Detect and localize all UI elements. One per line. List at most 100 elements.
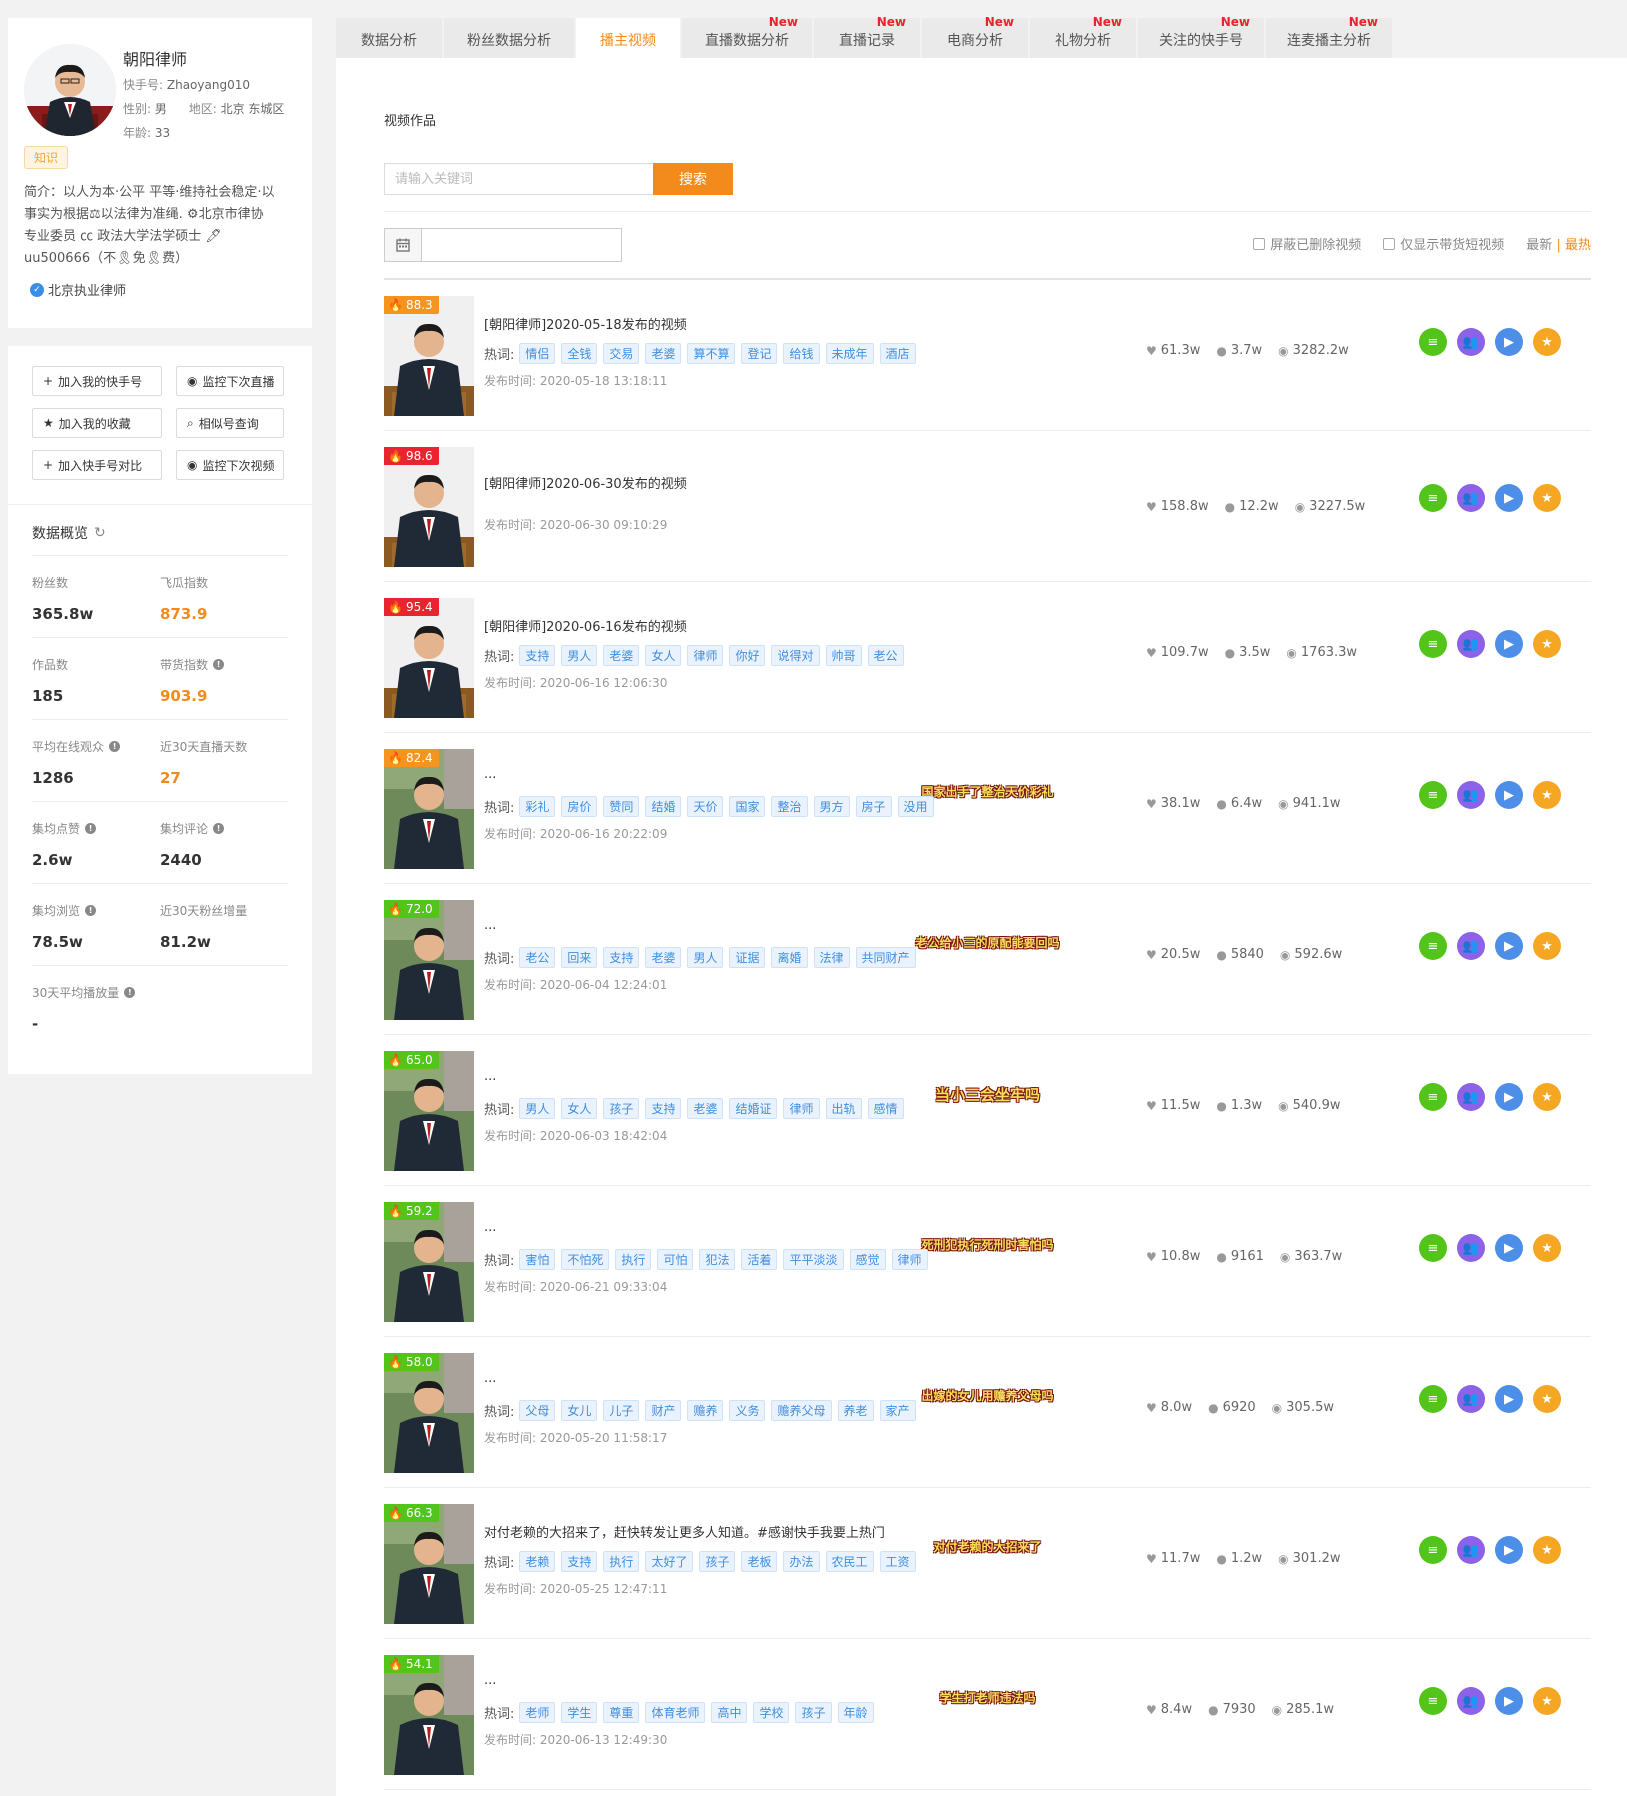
hot-word-tag[interactable]: 算不算 — [687, 343, 736, 364]
hot-word-tag[interactable]: 父母 — [519, 1400, 556, 1421]
audience-icon[interactable]: 👥 — [1457, 932, 1485, 960]
video-title[interactable]: ... — [484, 918, 496, 933]
video-title[interactable]: [朝阳律师]2020-06-16发布的视频 — [484, 616, 687, 635]
hot-word-tag[interactable]: 情侣 — [519, 343, 556, 364]
hot-word-tag[interactable]: 老婆 — [645, 343, 682, 364]
hot-word-tag[interactable]: 支持 — [603, 947, 640, 968]
hot-word-tag[interactable]: 帅哥 — [825, 645, 862, 666]
hot-word-tag[interactable]: 活着 — [741, 1249, 778, 1270]
favorite-star-icon[interactable]: ★ — [1533, 781, 1561, 809]
favorite-star-icon[interactable]: ★ — [1533, 630, 1561, 658]
video-thumbnail[interactable] — [384, 447, 474, 567]
video-title[interactable]: 对付老赖的大招来了，赶快转发让更多人知道。#感谢快手我要上热门 — [484, 1522, 885, 1541]
hot-word-tag[interactable]: 老公 — [519, 947, 556, 968]
hot-word-tag[interactable]: 孩子 — [603, 1098, 640, 1119]
keyword-search-input[interactable] — [384, 163, 653, 195]
hot-word-tag[interactable]: 养老 — [837, 1400, 874, 1421]
video-title[interactable]: [朝阳律师]2020-05-18发布的视频 — [484, 314, 687, 333]
info-icon[interactable]: ! — [213, 823, 225, 834]
search-button[interactable]: 搜索 — [653, 163, 733, 195]
hot-word-tag[interactable]: 尊重 — [603, 1702, 640, 1723]
audience-icon[interactable]: 👥 — [1457, 1687, 1485, 1715]
hot-word-tag[interactable]: 天价 — [687, 796, 724, 817]
hot-word-tag[interactable]: 交易 — [603, 343, 640, 364]
hot-word-tag[interactable]: 法律 — [813, 947, 850, 968]
hot-word-tag[interactable]: 赞同 — [603, 796, 640, 817]
hot-word-tag[interactable]: 律师 — [891, 1249, 928, 1270]
hot-word-tag[interactable]: 女儿 — [561, 1400, 598, 1421]
audience-icon[interactable]: 👥 — [1457, 328, 1485, 356]
video-thumbnail[interactable] — [384, 296, 474, 416]
checkbox[interactable] — [1383, 237, 1396, 250]
hot-word-tag[interactable]: 赡养 — [687, 1400, 724, 1421]
tab-fans-analysis[interactable]: 粉丝数据分析 — [444, 18, 574, 58]
hot-word-tag[interactable]: 你好 — [729, 645, 766, 666]
audience-icon[interactable]: 👥 — [1457, 781, 1485, 809]
hot-word-tag[interactable]: 国家 — [729, 796, 766, 817]
sort-latest[interactable]: 最新 — [1526, 238, 1552, 253]
date-picker[interactable] — [384, 228, 622, 262]
similar-search-button[interactable]: ⌕ 相似号查询 — [176, 408, 284, 438]
favorite-star-icon[interactable]: ★ — [1533, 1385, 1561, 1413]
favorite-star-icon[interactable]: ★ — [1533, 1083, 1561, 1111]
hot-word-tag[interactable]: 女人 — [645, 645, 682, 666]
hot-word-tag[interactable]: 年龄 — [837, 1702, 874, 1723]
sort-hottest[interactable]: 最热 — [1565, 238, 1591, 253]
hot-word-tag[interactable]: 男人 — [561, 645, 598, 666]
hot-word-tag[interactable]: 孩子 — [699, 1551, 736, 1572]
hot-word-tag[interactable]: 房价 — [561, 796, 598, 817]
tab-live-analysis[interactable]: 直播数据分析 New — [682, 15, 812, 58]
monitor-video-button[interactable]: ◉ 监控下次视频 — [176, 450, 284, 480]
play-icon[interactable]: ▶ — [1495, 1687, 1523, 1715]
detail-list-icon[interactable]: ≡ — [1419, 630, 1447, 658]
video-title[interactable]: [朝阳律师]2020-06-30发布的视频 — [484, 473, 687, 492]
info-icon[interactable]: ! — [213, 659, 225, 670]
hot-word-tag[interactable]: 男人 — [519, 1098, 556, 1119]
hot-word-tag[interactable]: 老婆 — [645, 947, 682, 968]
filter-hide-deleted[interactable]: 屏蔽已删除视频 — [1253, 234, 1361, 253]
hot-word-tag[interactable]: 学生 — [561, 1702, 598, 1723]
hot-word-tag[interactable]: 儿子 — [603, 1400, 640, 1421]
hot-word-tag[interactable]: 登记 — [741, 343, 778, 364]
favorite-star-icon[interactable]: ★ — [1533, 1687, 1561, 1715]
hot-word-tag[interactable]: 害怕 — [519, 1249, 556, 1270]
hot-word-tag[interactable]: 老婆 — [603, 645, 640, 666]
hot-word-tag[interactable]: 房子 — [855, 796, 892, 817]
add-compare-button[interactable]: + 加入快手号对比 — [32, 450, 162, 480]
checkbox[interactable] — [1253, 237, 1266, 250]
hot-word-tag[interactable]: 结婚证 — [729, 1098, 778, 1119]
hot-word-tag[interactable]: 老赖 — [519, 1551, 556, 1572]
play-icon[interactable]: ▶ — [1495, 1083, 1523, 1111]
play-icon[interactable]: ▶ — [1495, 932, 1523, 960]
favorite-star-icon[interactable]: ★ — [1533, 484, 1561, 512]
tab-ecommerce[interactable]: 电商分析 New — [922, 15, 1028, 58]
hot-word-tag[interactable]: 律师 — [687, 645, 724, 666]
detail-list-icon[interactable]: ≡ — [1419, 328, 1447, 356]
play-icon[interactable]: ▶ — [1495, 484, 1523, 512]
hot-word-tag[interactable]: 老师 — [519, 1702, 556, 1723]
hot-word-tag[interactable]: 支持 — [561, 1551, 598, 1572]
video-thumbnail[interactable] — [384, 598, 474, 718]
hot-word-tag[interactable]: 女人 — [561, 1098, 598, 1119]
hot-word-tag[interactable]: 体育老师 — [645, 1702, 706, 1723]
video-thumbnail[interactable] — [384, 900, 474, 1020]
hot-word-tag[interactable]: 离婚 — [771, 947, 808, 968]
favorite-star-icon[interactable]: ★ — [1533, 932, 1561, 960]
tab-videos[interactable]: 播主视频 — [576, 18, 680, 58]
hot-word-tag[interactable]: 说得对 — [771, 645, 820, 666]
audience-icon[interactable]: 👥 — [1457, 1083, 1485, 1111]
hot-word-tag[interactable]: 没用 — [897, 796, 934, 817]
play-icon[interactable]: ▶ — [1495, 630, 1523, 658]
detail-list-icon[interactable]: ≡ — [1419, 1385, 1447, 1413]
hot-word-tag[interactable]: 律师 — [783, 1098, 820, 1119]
audience-icon[interactable]: 👥 — [1457, 1385, 1485, 1413]
play-icon[interactable]: ▶ — [1495, 328, 1523, 356]
hot-word-tag[interactable]: 学校 — [753, 1702, 790, 1723]
video-thumbnail[interactable] — [384, 1504, 474, 1624]
info-icon[interactable]: ! — [109, 741, 121, 752]
detail-list-icon[interactable]: ≡ — [1419, 1536, 1447, 1564]
tab-following[interactable]: 关注的快手号 New — [1138, 15, 1264, 58]
play-icon[interactable]: ▶ — [1495, 1536, 1523, 1564]
add-my-account-button[interactable]: + 加入我的快手号 — [32, 366, 162, 396]
hot-word-tag[interactable]: 农民工 — [825, 1551, 874, 1572]
